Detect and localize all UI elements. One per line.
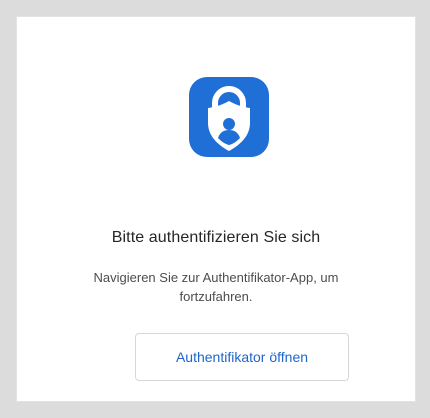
authenticator-app-icon — [189, 77, 269, 157]
shield-lock-icon — [208, 86, 250, 151]
dialog-description: Navigieren Sie zur Authentifikator-App, … — [93, 270, 339, 304]
dialog-title: Bitte authentifizieren Sie sich — [111, 229, 321, 246]
open-authenticator-button[interactable]: Authentifikator öffnen — [135, 333, 349, 381]
auth-dialog-card: Bitte authentifizieren Sie sich Navigier… — [16, 16, 416, 402]
screen-background: Bitte authentifizieren Sie sich Navigier… — [0, 0, 430, 418]
